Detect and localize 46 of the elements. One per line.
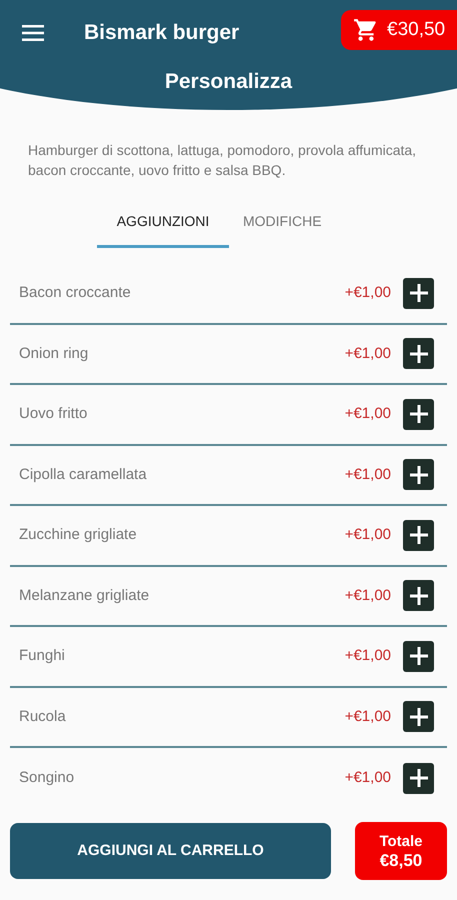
item-name: Cipolla caramellata — [19, 464, 147, 484]
add-button[interactable] — [403, 580, 434, 612]
plus-icon — [410, 526, 428, 544]
app-title: Bismark burger — [84, 20, 240, 46]
product-description: Hamburger di scottona, lattuga, pomodoro, provola affumicata, bacon croccante, uovo fritto e salsa BBQ. — [28, 141, 418, 180]
add-button[interactable] — [403, 520, 434, 551]
add-button[interactable] — [403, 701, 434, 732]
plus-icon — [410, 344, 428, 363]
item-price: +€1,00 — [344, 646, 391, 666]
item-price: +€1,00 — [344, 464, 391, 484]
item-name: Melanzane grigliate — [19, 586, 150, 606]
page-title: Personalizza — [164, 69, 292, 95]
total-label: Totale — [379, 832, 423, 851]
item-name: Funghi — [19, 646, 65, 666]
plus-icon — [410, 466, 428, 484]
item-name: Uovo fritto — [19, 404, 88, 424]
item-price: +€1,00 — [344, 586, 391, 606]
item-name: Onion ring — [19, 344, 88, 364]
plus-icon — [410, 284, 428, 302]
add-button[interactable] — [403, 762, 434, 794]
item-name: Songino — [19, 768, 74, 788]
item-price: +€1,00 — [344, 283, 391, 303]
item-price: +€1,00 — [344, 768, 391, 788]
cart-button[interactable]: €30,50 — [341, 10, 457, 50]
tab[interactable]: MODIFICHE — [229, 198, 336, 248]
tab[interactable]: AGGIUNZIONI — [97, 198, 229, 248]
plus-icon — [410, 708, 428, 726]
add-button[interactable] — [403, 398, 434, 430]
add-button[interactable] — [403, 278, 434, 309]
item-price: +€1,00 — [344, 525, 391, 545]
add-to-cart-button[interactable]: AGGIUNGI AL CARRELLO — [10, 823, 331, 879]
menu-icon[interactable] — [22, 25, 44, 41]
item-name: Zucchine grigliate — [19, 525, 137, 545]
item-name: Rucola — [19, 706, 66, 726]
item-price: +€1,00 — [344, 706, 391, 726]
add-button[interactable] — [403, 640, 434, 672]
plus-icon — [410, 405, 428, 424]
plus-icon — [410, 586, 428, 605]
total-amount: €8,50 — [380, 851, 422, 870]
item-price: +€1,00 — [344, 404, 391, 424]
add-button[interactable] — [403, 338, 434, 370]
add-button[interactable] — [403, 459, 434, 490]
item-price: +€1,00 — [344, 344, 391, 364]
item-name: Bacon croccante — [19, 283, 131, 303]
plus-icon — [410, 769, 428, 788]
plus-icon — [410, 647, 428, 666]
